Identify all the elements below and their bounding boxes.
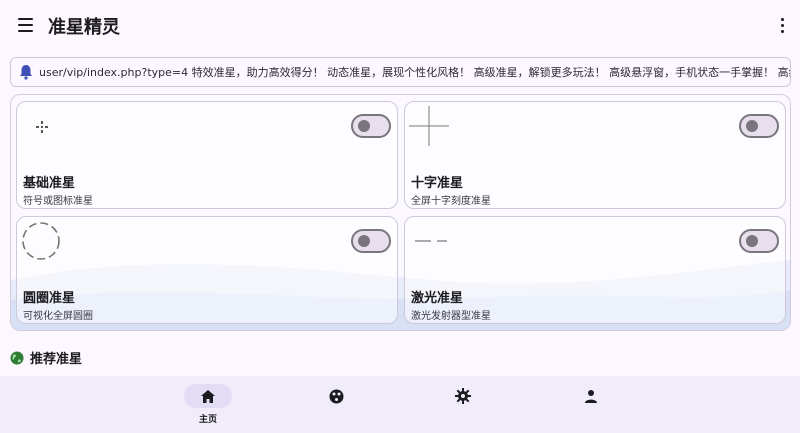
- card-cross-crosshair[interactable]: 十字准星 全屏十字刻度准星: [404, 101, 786, 209]
- app-title: 准星精灵: [48, 17, 120, 38]
- nav-item-settings[interactable]: [433, 384, 493, 428]
- card-subtitle: 全屏十字刻度准星: [411, 196, 491, 207]
- card-laser-crosshair[interactable]: 激光准星 激光发射器型准星: [404, 216, 786, 324]
- bottom-navigation: 主页: [0, 376, 800, 433]
- laser-crosshair-toggle[interactable]: [739, 229, 779, 253]
- home-icon: [201, 389, 215, 403]
- settings-gear-icon: [455, 388, 471, 404]
- basic-crosshair-toggle[interactable]: [351, 114, 391, 138]
- card-title: 激光准星: [411, 291, 464, 306]
- nav-label-home: 主页: [198, 415, 217, 425]
- card-subtitle: 激光发射器型准星: [411, 311, 491, 322]
- palette-icon: [329, 389, 343, 403]
- more-vert-icon[interactable]: [776, 14, 788, 36]
- card-circle-crosshair[interactable]: 圆圈准星 可视化全屏圆圈: [16, 216, 398, 324]
- nav-item-home[interactable]: 主页: [178, 384, 238, 428]
- bell-icon: [20, 65, 32, 80]
- nav-item-palette[interactable]: [306, 384, 366, 428]
- card-subtitle: 符号或图标准星: [23, 196, 93, 207]
- laser-crosshair-preview: [415, 240, 447, 242]
- top-app-bar: 准星精灵: [0, 0, 800, 52]
- menu-icon[interactable]: [12, 12, 38, 38]
- cross-crosshair-preview: [409, 106, 449, 146]
- cross-crosshair-toggle[interactable]: [739, 114, 779, 138]
- notice-marquee[interactable]: user/vip/index.php?type=4 特效准星，助力高效得分！ 动…: [10, 57, 791, 87]
- globe-icon: [10, 351, 24, 364]
- card-title: 圆圈准星: [23, 291, 76, 306]
- circle-crosshair-preview: [22, 222, 60, 260]
- notice-text: user/vip/index.php?type=4 特效准星，助力高效得分！ 动…: [39, 66, 790, 79]
- nav-item-profile[interactable]: [561, 384, 621, 428]
- recommended-section-header: 推荐准星: [10, 348, 82, 367]
- section-title: 推荐准星: [30, 352, 83, 367]
- card-title: 十字准星: [411, 176, 464, 191]
- card-subtitle: 可视化全屏圆圈: [23, 311, 93, 322]
- circle-crosshair-toggle[interactable]: [351, 229, 391, 253]
- person-icon: [585, 390, 597, 403]
- basic-crosshair-preview: [36, 121, 48, 133]
- card-basic-crosshair[interactable]: 基础准星 符号或图标准星: [16, 101, 398, 209]
- card-title: 基础准星: [23, 176, 76, 191]
- crosshair-card-group: 基础准星 符号或图标准星 十字准星 全屏十字刻度准星 圆圈准星 可视化全屏圆圈 …: [10, 94, 791, 331]
